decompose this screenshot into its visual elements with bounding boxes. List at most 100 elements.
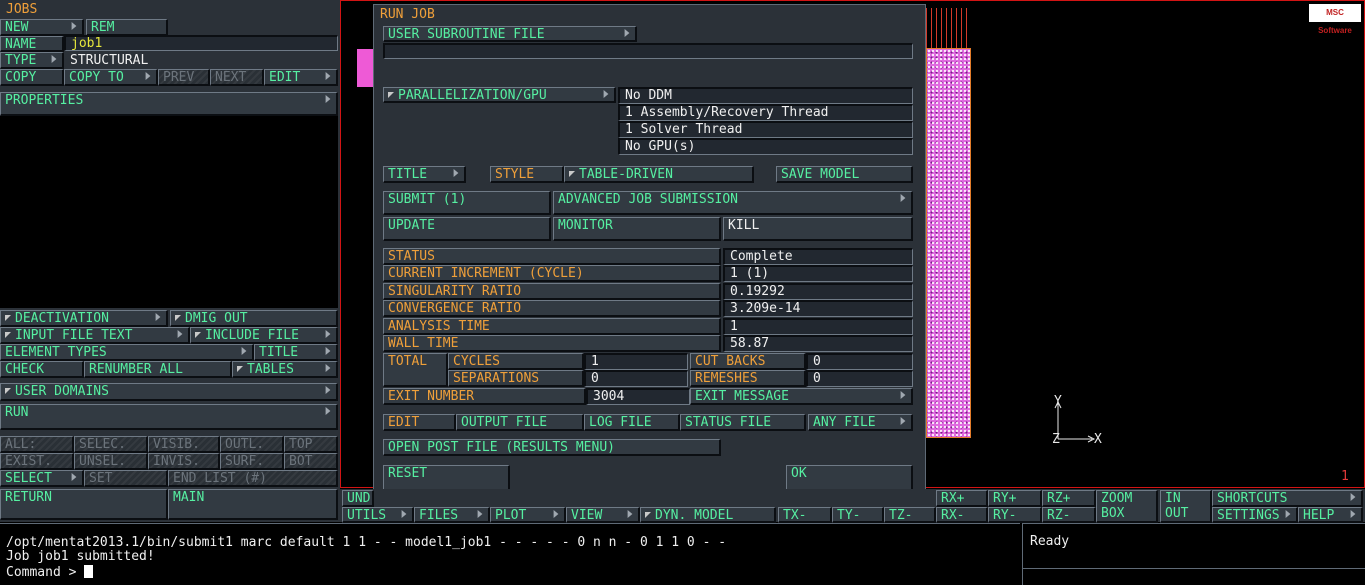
analysis-time-label: ANALYSIS TIME <box>383 318 721 335</box>
input-file-text-button[interactable]: INPUT FILE TEXT <box>0 327 190 344</box>
log-file-button[interactable]: LOG FILE <box>584 414 680 431</box>
help-button[interactable]: HELP <box>1298 507 1363 523</box>
type-label[interactable]: TYPE <box>0 52 64 69</box>
axis-y-label: Y <box>1054 394 1062 409</box>
prev-button[interactable]: PREV <box>158 69 210 86</box>
open-post-file-button[interactable]: OPEN POST FILE (RESULTS MENU) <box>383 439 721 456</box>
status-ready: Ready <box>1030 534 1070 549</box>
tz-minus-button[interactable]: TZ- <box>884 507 936 523</box>
total-label: TOTAL <box>383 353 448 387</box>
cut-backs-label: CUT BACKS <box>690 353 806 370</box>
user-domains-button[interactable]: USER DOMAINS <box>0 383 338 401</box>
console-line-2: Job job1 submitted! <box>6 549 155 564</box>
select-top-button[interactable]: TOP <box>284 436 338 453</box>
name-label: NAME <box>0 36 64 52</box>
status-file-button[interactable]: STATUS FILE <box>680 414 806 431</box>
any-file-button[interactable]: ANY FILE <box>808 414 913 431</box>
job-type-value: STRUCTURAL <box>70 53 149 68</box>
next-button[interactable]: NEXT <box>210 69 264 86</box>
settings-button[interactable]: SETTINGS <box>1212 507 1298 523</box>
select-button[interactable]: SELECT <box>0 470 84 487</box>
style-dropdown[interactable]: TABLE-DRIVEN <box>564 166 754 183</box>
properties-area <box>0 116 338 308</box>
end-list-button[interactable]: END LIST (#) <box>168 470 338 487</box>
mesh-model <box>926 48 971 438</box>
command-prompt[interactable]: Command > <box>2 565 97 580</box>
monitor-button[interactable]: MONITOR <box>553 217 721 241</box>
include-file-button[interactable]: INCLUDE FILE <box>190 327 338 344</box>
select-selected-button[interactable]: SELEC. <box>74 436 148 453</box>
save-model-button[interactable]: SAVE MODEL <box>776 166 913 183</box>
parallel-ddm: No DDM <box>618 87 913 104</box>
rz-minus-button[interactable]: RZ- <box>1042 507 1096 523</box>
ry-plus-button[interactable]: RY+ <box>988 490 1042 507</box>
select-exist-button[interactable]: EXIST. <box>0 453 74 470</box>
new-job-button[interactable]: NEW <box>0 19 84 36</box>
rx-plus-button[interactable]: RX+ <box>936 490 988 507</box>
output-file-button[interactable]: OUTPUT FILE <box>456 414 584 431</box>
wall-time-value: 58.87 <box>723 335 913 352</box>
tx-minus-button[interactable]: TX- <box>778 507 832 523</box>
user-subroutine-file-button[interactable]: USER SUBROUTINE FILE <box>383 26 637 42</box>
properties-button[interactable]: PROPERTIES <box>0 92 338 116</box>
separations-label: SEPARATIONS <box>448 370 584 387</box>
convergence-ratio-value: 3.209e-14 <box>723 300 913 317</box>
zoom-in-out-button[interactable]: IN OUT <box>1160 490 1212 523</box>
select-unselected-button[interactable]: UNSEL. <box>74 453 148 470</box>
element-types-button[interactable]: ELEMENT TYPES <box>0 344 254 361</box>
parallel-gpu: No GPU(s) <box>618 138 913 155</box>
tables-button[interactable]: TABLES <box>232 361 338 378</box>
rx-minus-button[interactable]: RX- <box>936 507 988 523</box>
ty-minus-button[interactable]: TY- <box>832 507 884 523</box>
files-button[interactable]: FILES <box>414 507 490 523</box>
parallelization-button[interactable]: PARALLELIZATION/GPU <box>383 87 616 103</box>
ry-minus-button[interactable]: RY- <box>988 507 1042 523</box>
remove-job-button[interactable]: REM <box>86 19 168 36</box>
status-box <box>1022 523 1365 568</box>
select-all-button[interactable]: ALL: <box>0 436 74 453</box>
select-invisible-button[interactable]: INVIS. <box>148 453 220 470</box>
main-button[interactable]: MAIN <box>168 489 338 520</box>
set-button[interactable]: SET <box>84 470 168 487</box>
parallel-solver: 1 Solver Thread <box>618 121 913 138</box>
utils-button[interactable]: UTILS <box>342 507 414 523</box>
advanced-job-submission-button[interactable]: ADVANCED JOB SUBMISSION <box>553 191 913 215</box>
plot-button[interactable]: PLOT <box>490 507 566 523</box>
current-increment-value: 1 (1) <box>723 265 913 282</box>
exit-message-button[interactable]: EXIT MESSAGE <box>690 388 913 405</box>
submit-button[interactable]: SUBMIT (1) <box>383 191 551 215</box>
select-visible-button[interactable]: VISIB. <box>148 436 220 453</box>
edit-button[interactable]: EDIT <box>264 69 338 86</box>
job-name-field[interactable]: job1 <box>64 35 338 51</box>
axis-x-label: X <box>1094 432 1102 447</box>
copy-to-button[interactable]: COPY TO <box>64 69 158 86</box>
dmig-out-button[interactable]: DMIG OUT <box>170 310 338 327</box>
zoom-box-button[interactable]: ZOOM BOX <box>1096 490 1158 523</box>
undo-button[interactable]: UND <box>342 490 374 507</box>
cut-backs-value: 0 <box>806 353 913 370</box>
check-button[interactable]: CHECK <box>0 361 84 378</box>
run-button[interactable]: RUN <box>0 404 338 430</box>
text-cursor <box>84 565 94 578</box>
convergence-ratio-label: CONVERGENCE RATIO <box>383 300 721 317</box>
edit-label: EDIT <box>383 414 456 431</box>
dyn-model-button[interactable]: DYN. MODEL <box>640 507 776 523</box>
kill-button[interactable]: KILL <box>723 217 913 241</box>
select-outline-button[interactable]: OUTL. <box>220 436 284 453</box>
wall-time-label: WALL TIME <box>383 335 721 352</box>
update-button[interactable]: UPDATE <box>383 217 551 241</box>
title-button[interactable]: TITLE <box>383 166 466 183</box>
renumber-all-button[interactable]: RENUMBER ALL <box>84 361 232 378</box>
view-button[interactable]: VIEW <box>566 507 640 523</box>
copy-button[interactable]: COPY <box>0 69 64 86</box>
shortcuts-button[interactable]: SHORTCUTS <box>1212 490 1363 507</box>
deactivation-button[interactable]: DEACTIVATION <box>0 310 168 327</box>
cycles-label: CYCLES <box>448 353 584 370</box>
user-subroutine-field[interactable] <box>383 43 913 59</box>
title-button-left[interactable]: TITLE <box>254 344 338 361</box>
select-bottom-button[interactable]: BOT <box>284 453 338 470</box>
select-surface-button[interactable]: SURF. <box>220 453 284 470</box>
run-job-title: RUN JOB <box>380 7 435 22</box>
return-button[interactable]: RETURN <box>0 489 168 520</box>
rz-plus-button[interactable]: RZ+ <box>1042 490 1096 507</box>
